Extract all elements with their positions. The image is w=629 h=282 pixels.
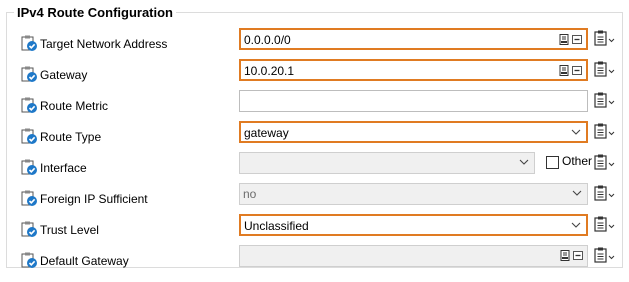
row-default-gateway: Default Gateway <box>0 245 629 282</box>
gateway-input[interactable]: 10.0.20.1 <box>239 59 588 81</box>
label-trust-level: Trust Level <box>40 223 99 237</box>
clipboard-check-icon <box>20 65 38 83</box>
clipboard-menu-icon[interactable] <box>594 122 616 140</box>
other-checkbox-group[interactable]: Other <box>546 154 594 172</box>
chevron-down-icon <box>571 186 583 200</box>
group-title: IPv4 Route Configuration <box>14 5 176 20</box>
chevron-down-icon[interactable] <box>570 218 582 232</box>
label-foreign-ip-sufficient: Foreign IP Sufficient <box>40 192 148 206</box>
label-gateway: Gateway <box>40 68 88 82</box>
route-metric-input[interactable] <box>239 90 588 112</box>
label-route-metric: Route Metric <box>40 99 109 113</box>
clipboard-menu-icon[interactable] <box>594 153 616 171</box>
label-target-network-address: Target Network Address <box>40 37 168 51</box>
clipboard-menu-icon[interactable] <box>594 60 616 78</box>
chevron-down-icon <box>518 155 530 169</box>
clipboard-menu-icon[interactable] <box>594 215 616 233</box>
clipboard-check-icon <box>20 34 38 52</box>
clipboard-check-icon <box>20 189 38 207</box>
label-route-type: Route Type <box>40 130 102 144</box>
clipboard-check-icon <box>20 220 38 238</box>
clipboard-menu-icon[interactable] <box>594 184 616 202</box>
book-icon[interactable] <box>559 34 569 45</box>
book-icon[interactable] <box>559 65 569 76</box>
chevron-down-icon[interactable] <box>570 125 582 139</box>
target-network-address-input[interactable]: 0.0.0.0/0 <box>239 28 588 50</box>
minus-icon[interactable] <box>573 250 583 261</box>
minus-icon[interactable] <box>572 65 582 76</box>
interface-select <box>239 152 535 174</box>
clipboard-check-icon <box>20 158 38 176</box>
book-icon[interactable] <box>560 250 570 261</box>
other-checkbox[interactable] <box>546 156 559 169</box>
minus-icon[interactable] <box>572 34 582 45</box>
clipboard-check-icon <box>20 96 38 114</box>
clipboard-menu-icon[interactable] <box>594 91 616 109</box>
label-interface: Interface <box>40 161 87 175</box>
clipboard-menu-icon[interactable] <box>594 246 616 264</box>
clipboard-check-icon <box>20 127 38 145</box>
clipboard-menu-icon[interactable] <box>594 29 616 47</box>
foreign-ip-sufficient-select: no <box>239 183 588 205</box>
clipboard-check-icon <box>20 251 38 269</box>
route-type-select[interactable]: gateway <box>239 121 588 143</box>
label-default-gateway: Default Gateway <box>40 254 129 268</box>
default-gateway-input <box>239 245 588 267</box>
trust-level-select[interactable]: Unclassified <box>239 214 588 236</box>
other-label: Other <box>562 154 593 168</box>
